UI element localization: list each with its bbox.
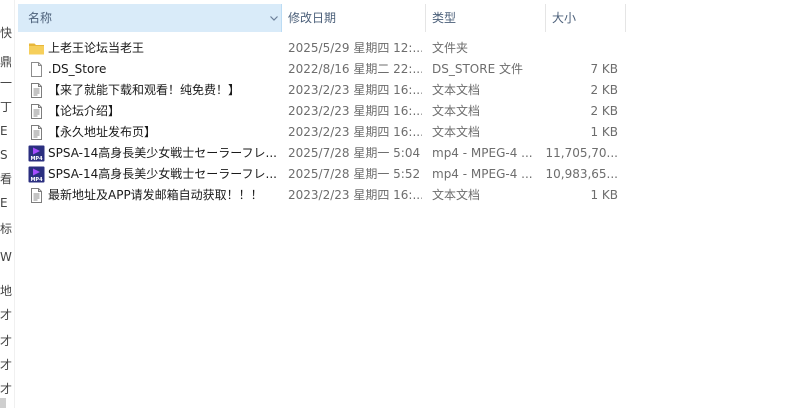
file-type: 文本文档 <box>432 104 481 118</box>
file-type: 文本文档 <box>432 83 481 97</box>
text-document-icon <box>28 124 45 141</box>
file-type: mp4 - MPEG-4 ... <box>432 167 533 181</box>
navigation-pane-item[interactable]: 标 <box>0 222 14 236</box>
navigation-pane[interactable]: 快鼎一丁ES看E标W地才才才才 <box>0 0 15 408</box>
navigation-pane-item[interactable]: 才 <box>0 358 14 372</box>
file-modified-date: 2025/7/28 星期一 5:52 <box>288 167 421 181</box>
file-modified-date: 2023/2/23 星期四 16:... <box>288 125 422 139</box>
column-header-size-label: 大小 <box>552 11 577 25</box>
column-header-date[interactable]: 修改日期 <box>282 4 426 32</box>
file-row[interactable]: MP4 SPSA-14高身長美少女戦士セーラーフレ... 2025/7/28 星… <box>14 164 674 185</box>
file-size: 2 KB <box>590 83 618 97</box>
navigation-pane-item[interactable]: 地 <box>0 284 14 298</box>
file-type: 文件夹 <box>432 41 469 55</box>
navigation-pane-item[interactable]: W <box>0 250 14 264</box>
navigation-pane-item[interactable]: 才 <box>0 308 14 322</box>
mp4-icon-label: MP4 <box>30 177 43 183</box>
file-name: SPSA-14高身長美少女戦士セーラーフレ... <box>48 146 277 160</box>
navigation-pane-item[interactable]: E <box>0 124 14 138</box>
file-size: 2 KB <box>590 104 618 118</box>
file-row[interactable]: 【来了就能下载和观看！纯免费！】 2023/2/23 星期四 16:... 文本… <box>14 80 674 101</box>
file-icon <box>28 61 45 78</box>
file-row[interactable]: 【永久地址发布页】 2023/2/23 星期四 16:... 文本文档 1 KB <box>14 122 674 143</box>
column-header-type[interactable]: 类型 <box>426 4 546 32</box>
file-size: 7 KB <box>590 62 618 76</box>
column-header-name-label: 名称 <box>28 11 53 25</box>
file-size: 11,705,70... <box>545 146 618 160</box>
file-list: 上老王论坛当老王 2025/5/29 星期四 12:... 文件夹 .DS_St… <box>14 38 674 206</box>
file-modified-date: 2022/8/16 星期二 22:... <box>288 62 422 76</box>
navigation-pane-item[interactable]: 一 <box>0 76 14 90</box>
file-name: 【论坛介绍】 <box>48 104 121 118</box>
file-row[interactable]: 【论坛介绍】 2023/2/23 星期四 16:... 文本文档 2 KB <box>14 101 674 122</box>
file-type: 文本文档 <box>432 188 481 202</box>
navigation-pane-item[interactable]: 丁 <box>0 100 14 114</box>
file-name: SPSA-14高身長美少女戦士セーラーフレ... <box>48 167 277 181</box>
file-modified-date: 2023/2/23 星期四 16:... <box>288 83 422 97</box>
mp4-video-icon: MP4 <box>28 166 45 183</box>
file-type: mp4 - MPEG-4 ... <box>432 146 533 160</box>
mp4-icon-label: MP4 <box>30 156 43 162</box>
column-header-bar: ^ 名称 修改日期 类型 大小 <box>14 0 788 36</box>
folder-icon <box>28 40 45 57</box>
file-name: 【永久地址发布页】 <box>48 125 157 139</box>
file-modified-date: 2023/2/23 星期四 16:... <box>288 104 422 118</box>
file-modified-date: 2025/7/28 星期一 5:04 <box>288 146 421 160</box>
file-type: DS_STORE 文件 <box>432 62 523 76</box>
file-explorer-window: 快鼎一丁ES看E标W地才才才才 ^ 名称 修改日期 类型 大小 上老王论坛当老王… <box>0 0 788 408</box>
chevron-down-icon[interactable] <box>269 13 279 23</box>
file-modified-date: 2025/5/29 星期四 12:... <box>288 41 422 55</box>
navigation-pane-item[interactable]: E <box>0 196 14 210</box>
navigation-pane-item[interactable]: S <box>0 148 14 162</box>
navigation-pane-item[interactable]: 看 <box>0 172 14 186</box>
navigation-pane-scrollbar[interactable] <box>0 398 6 408</box>
column-header-date-label: 修改日期 <box>288 11 337 25</box>
navigation-pane-item[interactable]: 鼎 <box>0 55 14 69</box>
text-document-icon <box>28 82 45 99</box>
file-size: 1 KB <box>590 188 618 202</box>
column-header-name[interactable]: ^ 名称 <box>18 0 282 32</box>
sort-ascending-indicator: ^ <box>148 0 158 7</box>
file-row[interactable]: .DS_Store 2022/8/16 星期二 22:... DS_STORE … <box>14 59 674 80</box>
file-size: 10,983,65... <box>545 167 618 181</box>
file-modified-date: 2023/2/23 星期四 16:... <box>288 188 422 202</box>
file-size: 1 KB <box>590 125 618 139</box>
text-document-icon <box>28 103 45 120</box>
text-document-icon <box>28 187 45 204</box>
file-size <box>544 38 618 59</box>
file-row[interactable]: 最新地址及APP请发邮箱自动获取！！！ 2023/2/23 星期四 16:...… <box>14 185 674 206</box>
file-name: 上老王论坛当老王 <box>48 41 145 55</box>
file-name: .DS_Store <box>48 62 107 76</box>
file-type: 文本文档 <box>432 125 481 139</box>
column-header-size[interactable]: 大小 <box>546 4 626 32</box>
navigation-pane-item[interactable]: 才 <box>0 382 14 396</box>
file-row[interactable]: 上老王论坛当老王 2025/5/29 星期四 12:... 文件夹 <box>14 38 674 59</box>
file-name: 最新地址及APP请发邮箱自动获取！！！ <box>48 188 263 202</box>
navigation-pane-item[interactable]: 才 <box>0 334 14 348</box>
navigation-pane-item[interactable]: 快 <box>0 26 14 40</box>
column-header-type-label: 类型 <box>432 11 457 25</box>
file-name: 【来了就能下载和观看！纯免费！】 <box>48 83 241 97</box>
mp4-video-icon: MP4 <box>28 145 45 162</box>
file-row[interactable]: MP4 SPSA-14高身長美少女戦士セーラーフレ... 2025/7/28 星… <box>14 143 674 164</box>
